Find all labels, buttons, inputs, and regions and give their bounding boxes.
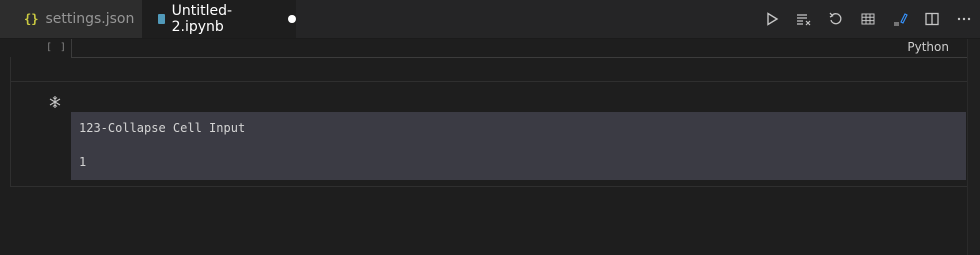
cell-language-label[interactable]: Python — [907, 40, 949, 54]
clear-outputs-icon[interactable] — [788, 0, 820, 38]
execution-count-indicator: [ ] — [46, 42, 68, 53]
cell-divider — [10, 81, 968, 82]
more-actions-icon[interactable] — [948, 0, 980, 38]
notebook-toolbar — [756, 0, 980, 38]
braces-icon: {} — [24, 12, 39, 26]
select-kernel-icon[interactable] — [884, 0, 916, 38]
run-all-icon[interactable] — [756, 0, 788, 38]
editor-scrollbar[interactable] — [967, 39, 980, 255]
cell-output-value: 1 — [79, 155, 87, 169]
unsaved-dot-icon[interactable] — [288, 15, 296, 23]
collapse-icon[interactable] — [48, 94, 62, 113]
tab-settings-json[interactable]: {} settings.json — [0, 0, 142, 38]
notebook-icon — [158, 14, 165, 24]
variables-icon[interactable] — [852, 0, 884, 38]
code-cell-editor[interactable]: Python — [71, 39, 968, 58]
split-editor-icon[interactable] — [916, 0, 948, 38]
collapsed-cell-output[interactable]: 123-Collapse Cell Input 1 — [71, 112, 966, 180]
cell-left-border — [10, 82, 11, 186]
tab-label: settings.json — [45, 11, 135, 27]
cell-title: 123-Collapse Cell Input — [79, 121, 246, 135]
cell-divider — [10, 186, 968, 187]
tab-label: Untitled-2.ipynb — [171, 3, 233, 35]
tab-bar: {} settings.json Untitled-2.ipynb — [0, 0, 980, 39]
cell-left-border — [10, 57, 11, 81]
restart-kernel-icon[interactable] — [820, 0, 852, 38]
tab-untitled-notebook[interactable]: Untitled-2.ipynb — [142, 0, 296, 38]
